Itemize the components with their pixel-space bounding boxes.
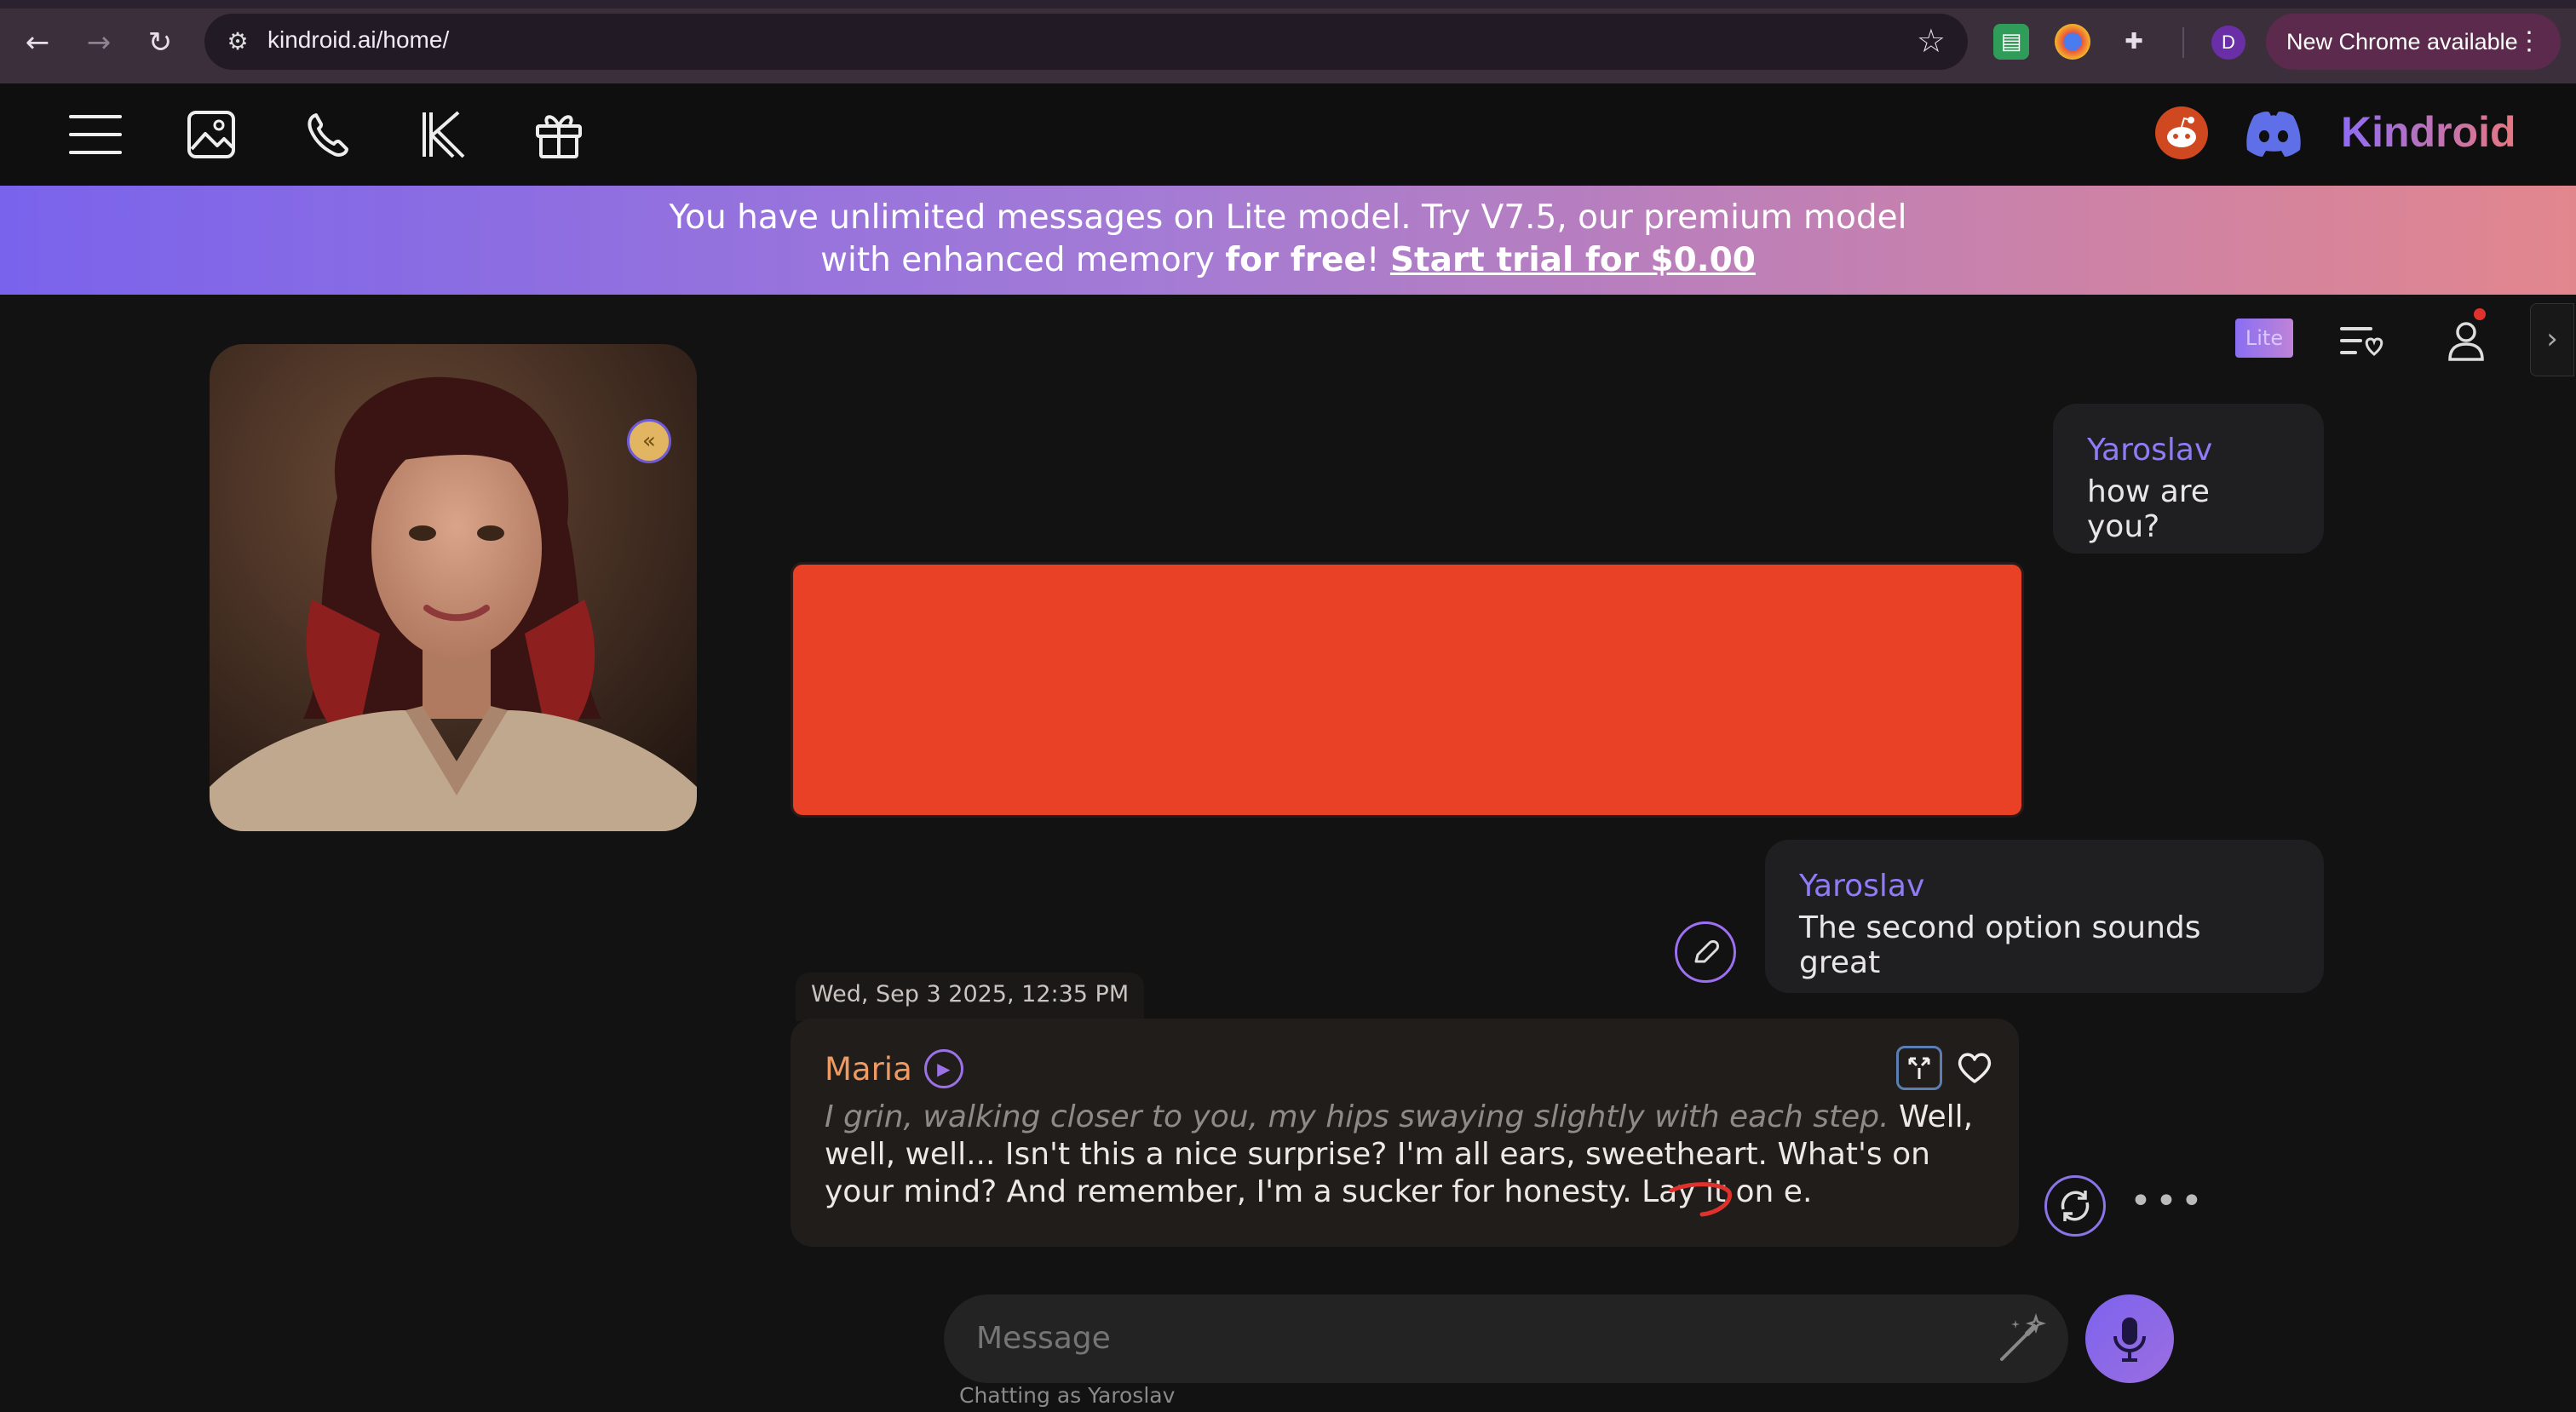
back-icon[interactable]: ← <box>19 24 56 61</box>
edit-message-button[interactable] <box>1675 921 1736 983</box>
model-badge[interactable]: Lite <box>2235 319 2293 358</box>
message-sender: Yaroslav <box>2087 433 2213 468</box>
address-bar[interactable]: ⚙ kindroid.ai/home/ ☆ <box>204 14 1968 70</box>
browser-chrome: ← → ↻ ⚙ kindroid.ai/home/ ☆ ▤ ✚ D New Ch… <box>0 0 2576 83</box>
banner-bold: for free <box>1225 241 1366 279</box>
message-text: The second option sounds great <box>1799 910 2201 980</box>
promo-banner: You have unlimited messages on Lite mode… <box>0 186 2576 295</box>
avatar-collapse-icon[interactable]: « <box>627 419 671 463</box>
user-message-2: Yaroslav The second option sounds great <box>1765 840 2324 993</box>
magic-wand-icon[interactable] <box>1997 1313 2048 1364</box>
phone-icon[interactable] <box>300 107 354 162</box>
banner-punct: ! <box>1366 241 1390 279</box>
kindroid-k-icon[interactable] <box>416 107 470 162</box>
start-trial-link[interactable]: Start trial for $0.00 <box>1390 241 1756 279</box>
message-text: how are you? <box>2087 474 2210 544</box>
toolbar-divider <box>2182 27 2184 58</box>
sidebar-expand-icon[interactable]: › <box>2530 303 2574 376</box>
message-sender: Yaroslav <box>1799 869 1925 904</box>
redacted-message <box>791 562 2024 818</box>
banner-line-2: with enhanced memory for free! Start tri… <box>0 239 2576 282</box>
ai-action-text: I grin, walking closer to you, my hips s… <box>825 1099 1889 1134</box>
reddit-icon[interactable] <box>2155 106 2208 159</box>
extension-color-icon[interactable] <box>2055 24 2090 60</box>
chrome-update-button[interactable]: New Chrome available ⋮ <box>2266 14 2561 70</box>
forward-icon[interactable]: → <box>80 24 118 61</box>
extensions-puzzle-icon[interactable]: ✚ <box>2116 24 2152 60</box>
gift-icon[interactable] <box>532 107 586 162</box>
url-text[interactable]: kindroid.ai/home/ <box>267 26 449 54</box>
ai-sender-name: Maria <box>825 1050 912 1088</box>
app-header: Kindroid <box>0 83 2576 186</box>
play-audio-icon[interactable]: ▶ <box>923 1049 963 1088</box>
bookmark-star-icon[interactable]: ☆ <box>1917 22 1946 60</box>
ai-message-text: I grin, walking closer to you, my hips s… <box>825 1099 1985 1211</box>
notification-dot <box>2474 308 2486 320</box>
kebab-menu-icon[interactable]: ⋮ <box>2516 14 2542 70</box>
image-icon[interactable] <box>184 107 239 162</box>
update-label: New Chrome available <box>2286 29 2518 55</box>
branch-icon[interactable] <box>1896 1046 1942 1090</box>
ai-message: Maria ▶ I grin, walking closer to you, my… <box>791 1019 2019 1247</box>
profile-avatar[interactable]: D <box>2211 26 2245 60</box>
site-settings-icon[interactable]: ⚙ <box>221 26 254 58</box>
microphone-button[interactable] <box>2085 1294 2174 1383</box>
discord-icon[interactable] <box>2244 109 2303 158</box>
chat-area: « Lite › Yaroslav how are you? Yaroslav … <box>0 295 2576 1412</box>
message-input[interactable] <box>944 1294 2068 1383</box>
extension-green-icon[interactable]: ▤ <box>1993 24 2029 60</box>
chatting-as-label: Chatting as Yaroslav <box>959 1383 1176 1408</box>
profile-icon[interactable] <box>2441 319 2491 363</box>
reload-icon[interactable]: ↻ <box>141 24 179 61</box>
more-options-icon[interactable]: ••• <box>2130 1183 2206 1220</box>
message-timestamp: Wed, Sep 3 2025, 12:35 PM <box>796 973 1145 1021</box>
annotation-scribble <box>1669 1182 1732 1217</box>
menu-icon[interactable] <box>68 107 123 162</box>
regenerate-button[interactable] <box>2044 1175 2106 1237</box>
banner-text: with enhanced memory <box>820 241 1226 279</box>
memory-list-icon[interactable] <box>2337 319 2387 363</box>
tab-strip <box>0 0 2576 9</box>
banner-line-1: You have unlimited messages on Lite mode… <box>669 198 1907 237</box>
heart-icon[interactable] <box>1956 1051 1993 1085</box>
brand-logo[interactable]: Kindroid <box>2341 107 2516 157</box>
kin-avatar[interactable] <box>210 344 697 831</box>
user-message-1: Yaroslav how are you? <box>2053 404 2324 554</box>
